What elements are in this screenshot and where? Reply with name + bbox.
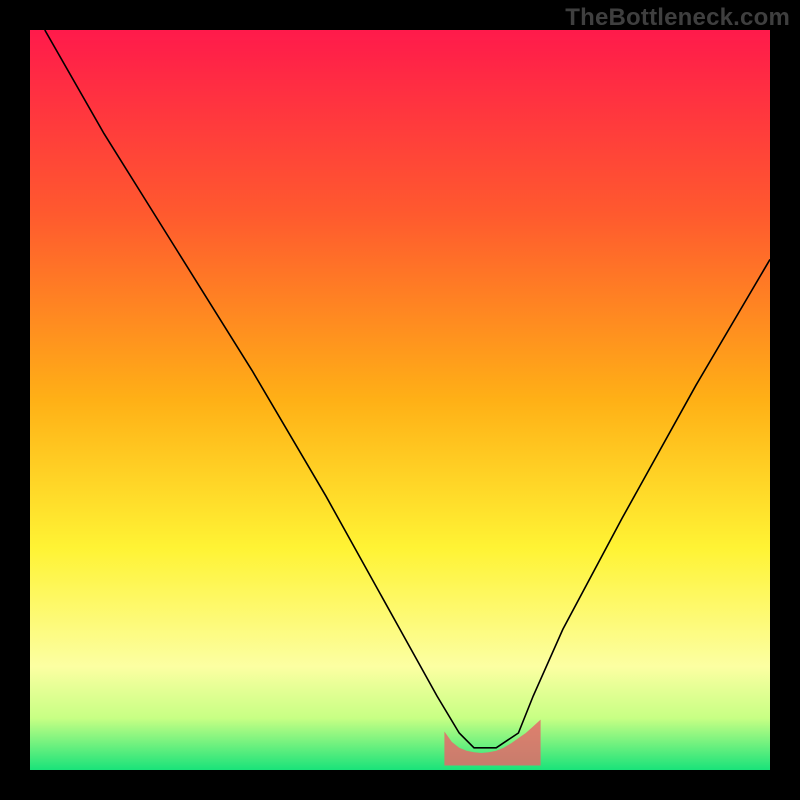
plot-area bbox=[30, 30, 770, 770]
chart-svg bbox=[30, 30, 770, 770]
watermark-text: TheBottleneck.com bbox=[565, 4, 790, 32]
gradient-background bbox=[30, 30, 770, 770]
chart-frame: TheBottleneck.com bbox=[0, 0, 800, 800]
